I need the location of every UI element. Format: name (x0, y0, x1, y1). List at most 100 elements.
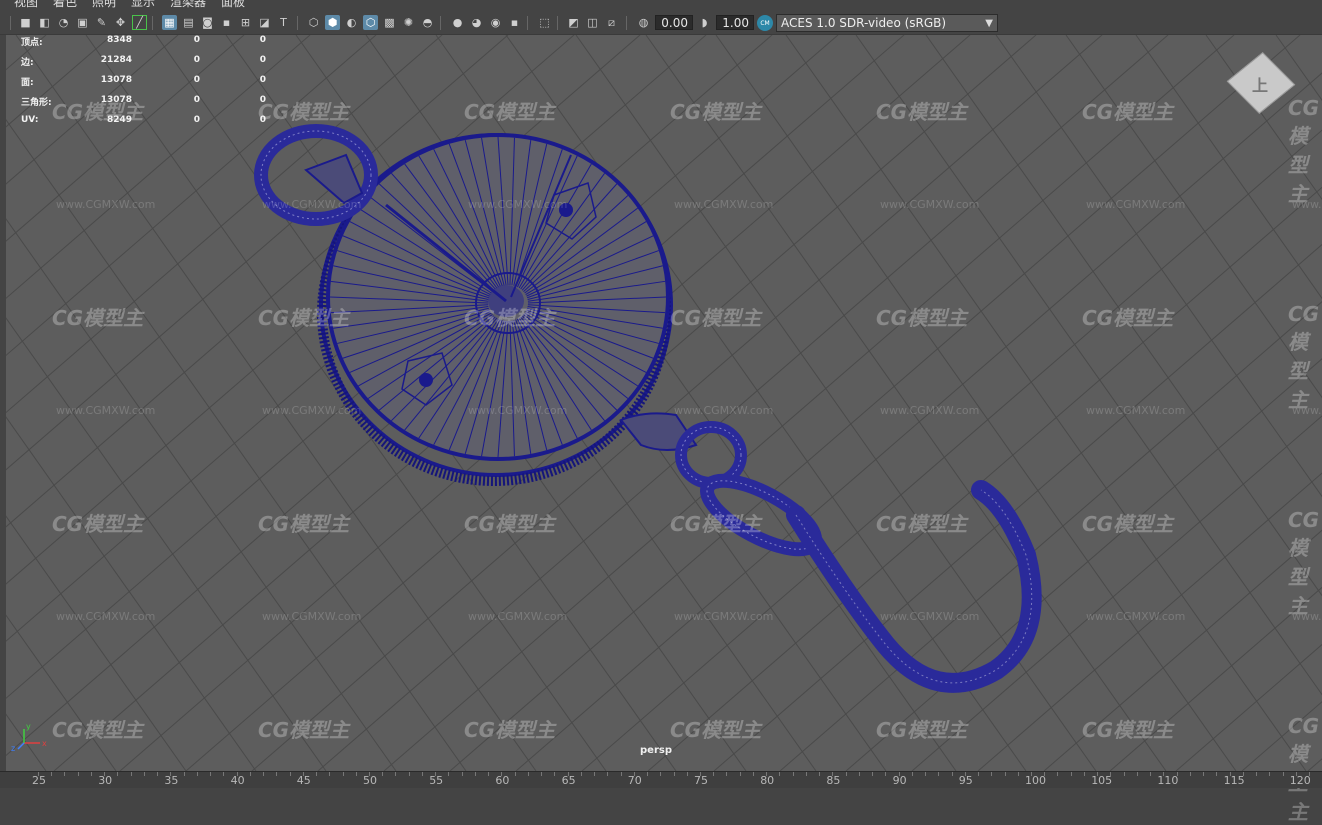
menu-view[interactable]: 视图 (14, 0, 38, 9)
frame-tick (991, 772, 993, 776)
frame-tick (51, 772, 53, 776)
frame-tick (951, 772, 953, 776)
2d-pan-icon[interactable]: ✥ (113, 15, 128, 30)
xray-joints-icon[interactable]: ◩ (566, 15, 581, 30)
bookmark-icon[interactable]: ◔ (56, 15, 71, 30)
xray-active-components-icon[interactable]: ◫ (585, 15, 600, 30)
safe-title-icon[interactable]: T (276, 15, 291, 30)
view-transform-dropdown[interactable]: ACES 1.0 SDR-video (sRGB) ▼ (776, 14, 998, 32)
use-all-lights-icon[interactable]: ✺ (401, 15, 416, 30)
image-plane-icon[interactable]: ▣ (75, 15, 90, 30)
frame-tick (554, 772, 556, 776)
hud-value: 0 (193, 35, 200, 45)
frame-tick (514, 772, 516, 776)
wireframe-on-shaded-icon[interactable]: ⬡ (363, 15, 378, 30)
shadows-icon[interactable]: ◓ (420, 15, 435, 30)
frame-tick-label: 45 (296, 774, 311, 787)
time-slider[interactable]: 25 30 35 40 45 50 55 60 65 70 75 80 85 90 95 100 105 110 1… (0, 771, 1322, 788)
grid-line (715, 35, 1237, 771)
frame-tick (395, 772, 397, 776)
gamma-field[interactable]: 1.00 (716, 15, 754, 30)
watermark-url: www.CGMXW.com (262, 610, 362, 623)
default-material-icon[interactable]: ◐ (344, 15, 359, 30)
watermark-logo: CG模型主 (670, 718, 762, 742)
watermark-url: www.CGMXW.com (1086, 404, 1186, 417)
frame-tick (1044, 772, 1046, 776)
frame-tick (1176, 772, 1178, 776)
isolate-select-icon[interactable]: ⬚ (537, 15, 552, 30)
smooth-shade-icon[interactable]: ⬢ (325, 15, 340, 30)
perspective-viewport[interactable]: x y z (6, 35, 1322, 771)
backface-culling-icon[interactable]: ⧄ (604, 15, 619, 30)
exposure-icon[interactable]: ◍ (636, 15, 651, 30)
watermark-logo: CG模型主 (464, 100, 556, 124)
film-gate-icon[interactable]: ▤ (181, 15, 196, 30)
hud-value: 0 (193, 75, 200, 85)
motion-blur-icon[interactable]: ◕ (469, 15, 484, 30)
watermark-logo: CG模型主 (876, 100, 968, 124)
frame-tick (289, 772, 291, 776)
frame-tick (527, 772, 529, 776)
watermark-url: www.CGMXW.com (56, 610, 156, 623)
watermark-logo: CG模型主 (258, 512, 350, 536)
frame-tick (488, 772, 490, 776)
menu-renderer[interactable]: 渲染器 (170, 0, 206, 9)
menu-shading[interactable]: 着色 (53, 0, 77, 9)
camera-attribute-icon[interactable]: ◧ (37, 15, 52, 30)
grease-pencil-icon[interactable]: ✎ (94, 15, 109, 30)
watermark-logo: CG模型主 (876, 306, 968, 330)
gamma-icon[interactable]: ◗ (697, 15, 712, 30)
watermark-url: www.CGMXW.com (468, 610, 568, 623)
frame-tick (157, 772, 159, 776)
z-axis-label: z (11, 744, 15, 753)
watermark-url: www.CGMXW.com (674, 198, 774, 211)
depth-of-field-icon[interactable]: ▪ (507, 15, 522, 30)
grid-icon[interactable]: ▦ (162, 15, 177, 30)
frame-tick (647, 772, 649, 776)
scene-canvas[interactable]: x y z (6, 35, 1322, 771)
resolution-gate-icon[interactable]: ◙ (200, 15, 215, 30)
watermark-url: www.CGMXW.com (56, 404, 156, 417)
frame-tick-label: 115 (1223, 774, 1245, 787)
field-chart-icon[interactable]: ⊞ (238, 15, 253, 30)
hud-label-faces: 面: (21, 78, 34, 88)
frame-tick (594, 772, 596, 776)
watermark-logo: CG模型主 (1082, 718, 1174, 742)
frame-tick-label: 70 (627, 774, 642, 787)
frame-tick (1097, 772, 1099, 776)
gate-mask-icon[interactable]: ▪ (219, 15, 234, 30)
grid-line (855, 35, 1322, 696)
frame-tick (1242, 772, 1244, 776)
grid-line (6, 35, 47, 71)
watermark-url: www.CGMXW.com (1292, 404, 1322, 417)
menu-panels[interactable]: 面板 (221, 0, 245, 9)
color-management-toggle[interactable]: CM (757, 15, 773, 31)
wireframe-icon[interactable]: ⬡ (306, 15, 321, 30)
exposure-field[interactable]: 0.00 (655, 15, 693, 30)
textured-icon[interactable]: ▩ (382, 15, 397, 30)
frame-tick (1295, 772, 1297, 776)
frame-tick (342, 772, 344, 776)
frame-tick (1136, 772, 1138, 776)
frame-tick (898, 772, 900, 776)
screen-space-ao-icon[interactable]: ● (450, 15, 465, 30)
frame-tick (355, 772, 357, 776)
camera-icon[interactable]: ■ (18, 15, 33, 30)
multisample-aa-icon[interactable]: ◉ (488, 15, 503, 30)
watermark-url: www.CGMXW.com (1292, 610, 1322, 623)
menu-lighting[interactable]: 照明 (92, 0, 116, 9)
safe-action-icon[interactable]: ◪ (257, 15, 272, 30)
frame-tick-label: 90 (892, 774, 907, 787)
frame-tick (316, 772, 318, 776)
frame-tick (369, 772, 370, 776)
xray-icon[interactable]: ╱ (132, 15, 147, 30)
frame-tick-label: 95 (958, 774, 973, 787)
frame-tick (633, 772, 635, 776)
frame-tick (1216, 772, 1218, 776)
frame-tick (779, 772, 781, 776)
frame-tick (1203, 772, 1205, 776)
hud-value: 8348 (106, 35, 132, 45)
camera-name-label: persp (640, 745, 672, 756)
hud-value: 13078 (100, 75, 132, 85)
menu-show[interactable]: 显示 (131, 0, 155, 9)
